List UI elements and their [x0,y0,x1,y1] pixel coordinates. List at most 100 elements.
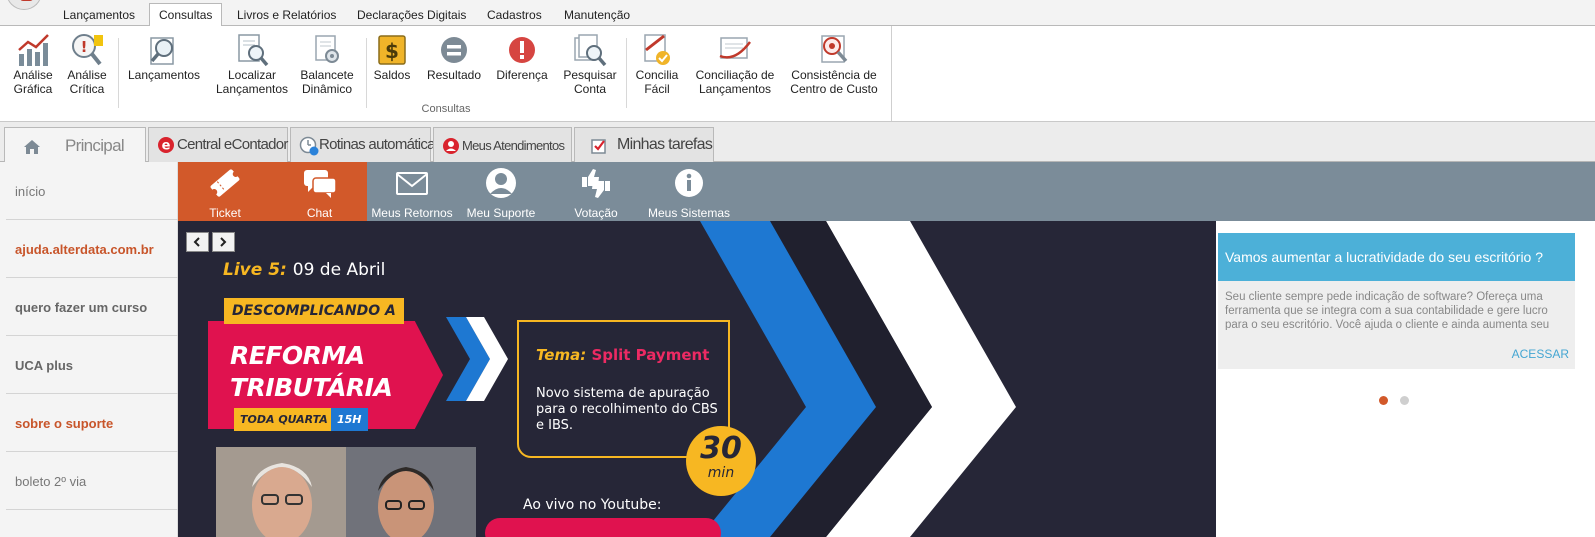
tab-minhas-tarefas-label: Minhas tarefas [617,136,713,153]
carousel-prev-button[interactable] [186,232,209,252]
chat-label: Chat [306,206,333,220]
tab-minhas-tarefas[interactable]: Minhas tarefas [574,127,714,162]
meus-retornos-label: Meus Retornos [371,206,453,220]
support-icon [442,137,460,158]
duration-unit: min [707,465,735,481]
tab-central-econtador-label: Central eContador [177,136,288,153]
lancamentos-button[interactable]: Lançamentos [126,32,202,82]
sidebar-item-label: sobre o suporte [15,416,114,431]
ticket-icon [208,167,242,199]
promo-panel: Vamos aumentar a lucratividade do seu es… [1216,221,1595,537]
localizar-lancamentos-button[interactable]: Localizar Lançamentos [214,32,290,96]
menu-tab-manutencao[interactable]: Manutenção [564,5,630,26]
concilia-facil-label-1: Concilia [635,68,679,82]
support-nav: Ticket Chat Meus Retornos Meu Suporte Vo… [178,162,1595,221]
sidebar-item-curso[interactable]: quero fazer um curso [6,278,178,336]
svg-text:$: $ [385,39,399,63]
resultado-button[interactable]: Resultado [426,32,482,82]
doc-gear-icon [310,32,344,68]
chat-icon [303,167,337,199]
resultado-label: Resultado [426,68,482,82]
pesquisar-conta-button[interactable]: Pesquisar Conta [562,32,618,96]
sidebar-item-boleto[interactable]: boleto 2º via [6,452,178,510]
consistencia-centro-custo-button[interactable]: Consistência de Centro de Custo [788,32,880,96]
analise-grafica-button[interactable]: Análise Gráfica [10,32,56,96]
app-menu-button[interactable] [6,0,42,10]
live-banner[interactable]: Live 5: 09 de Abril REFORMA TRIBUTÁRIA D… [178,221,1216,537]
tab-central-econtador[interactable]: e Central eContador [148,127,288,162]
promo-card-body: Seu cliente sempre pede indicação de sof… [1218,281,1575,369]
saldos-label: Saldos [373,68,411,82]
tab-principal[interactable]: Principal [4,127,146,163]
speaker-photo-1 [216,447,346,537]
youtube-pill [485,518,721,537]
meus-retornos-button[interactable]: Meus Retornos [364,162,460,221]
menu-bar: Lançamentos Consultas Livros e Relatório… [0,0,1595,27]
menu-tab-declaracoes-digitais[interactable]: Declarações Digitais [357,5,466,26]
meu-suporte-label: Meu Suporte [466,206,536,220]
sidebar-item-sobre-suporte[interactable]: sobre o suporte [6,394,178,452]
analise-critica-label-2: Crítica [69,82,105,96]
diferenca-button[interactable]: Diferença [494,32,550,82]
duration-badge: 30 min [686,426,756,496]
doc-search-icon [235,32,269,68]
consistencia-centro-custo-label-2: Centro de Custo [790,82,878,96]
live-heading: Live 5: 09 de Abril [223,260,385,280]
carousel-dot-active[interactable] [1379,396,1388,405]
consistencia-centro-custo-label-1: Consistência de [791,68,877,82]
localizar-lancamentos-label-2: Lançamentos [215,82,289,96]
menu-tab-consultas[interactable]: Consultas [149,3,223,27]
sidebar-item-uca-plus[interactable]: UCA plus [6,336,178,394]
concilia-facil-button[interactable]: Concilia Fácil [632,32,682,96]
ribbon-separator [118,38,119,108]
pesquisar-conta-label-1: Pesquisar [563,68,617,82]
descomplicando-tag: DESCOMPLICANDO A [224,298,404,324]
promo-card-title[interactable]: Vamos aumentar a lucratividade do seu es… [1218,233,1575,281]
menu-tab-lancamentos[interactable]: Lançamentos [63,5,135,26]
speaker-photo-2 [346,447,476,537]
carousel-next-button[interactable] [212,232,235,252]
ribbon: Análise Gráfica ! Análise Crítica Lançam… [0,26,1595,122]
checklist-icon [591,138,607,157]
sidebar-item-inicio[interactable]: início [6,162,178,220]
home-icon [23,139,41,158]
sidebar-item-ajuda[interactable]: ajuda.alterdata.com.br [6,220,178,278]
ticket-button[interactable]: Ticket [178,162,272,221]
conciliacao-lancamentos-label-2: Lançamentos [698,82,772,96]
chart-line-icon [16,32,50,68]
balancete-dinamico-label-2: Dinâmico [301,82,352,96]
carousel-dot[interactable] [1400,396,1409,405]
info-icon [672,167,706,199]
tab-rotinas-automaticas[interactable]: Rotinas automáticas [290,127,442,162]
magnifier-doc-icon [147,32,181,68]
lancamentos-label: Lançamentos [127,68,201,82]
tema-value: Split Payment [591,346,710,364]
meu-suporte-button[interactable]: Meu Suporte [460,162,542,221]
chevron-right-icon [220,237,227,247]
balancete-dinamico-label-1: Balancete [300,68,354,82]
menu-tab-livros-relatorios[interactable]: Livros e Relatórios [237,5,336,26]
ticket-label: Ticket [209,206,241,220]
hour-tag: 15H [331,408,368,431]
chat-button[interactable]: Chat [272,162,367,221]
envelope-icon [395,167,429,199]
tab-meus-atendimentos[interactable]: Meus Atendimentos [433,127,572,162]
meus-sistemas-button[interactable]: Meus Sistemas [645,162,733,221]
saldos-button[interactable]: $ Saldos [372,32,412,82]
doc-swoosh-icon [718,32,752,68]
votacao-button[interactable]: Votação [556,162,636,221]
sidebar-item-label: quero fazer um curso [15,300,148,315]
sidebar-item-label: início [15,184,46,199]
balancete-dinamico-button[interactable]: Balancete Dinâmico [296,32,358,96]
live-label: Live 5: [223,260,287,280]
clock-icon [299,136,319,159]
promo-card-title-text: Vamos aumentar a lucratividade do seu es… [1225,249,1544,265]
conciliacao-lancamentos-label-1: Conciliação de [695,68,775,82]
menu-tab-cadastros[interactable]: Cadastros [487,5,542,26]
e-logo-icon: e [157,136,175,157]
sidebar: início ajuda.alterdata.com.br quero faze… [0,162,178,537]
conciliacao-lancamentos-button[interactable]: Conciliação de Lançamentos [694,32,776,96]
acessar-link[interactable]: ACESSAR [1512,347,1569,361]
analise-critica-button[interactable]: ! Análise Crítica [64,32,110,96]
sidebar-item-label: boleto 2º via [15,474,87,489]
